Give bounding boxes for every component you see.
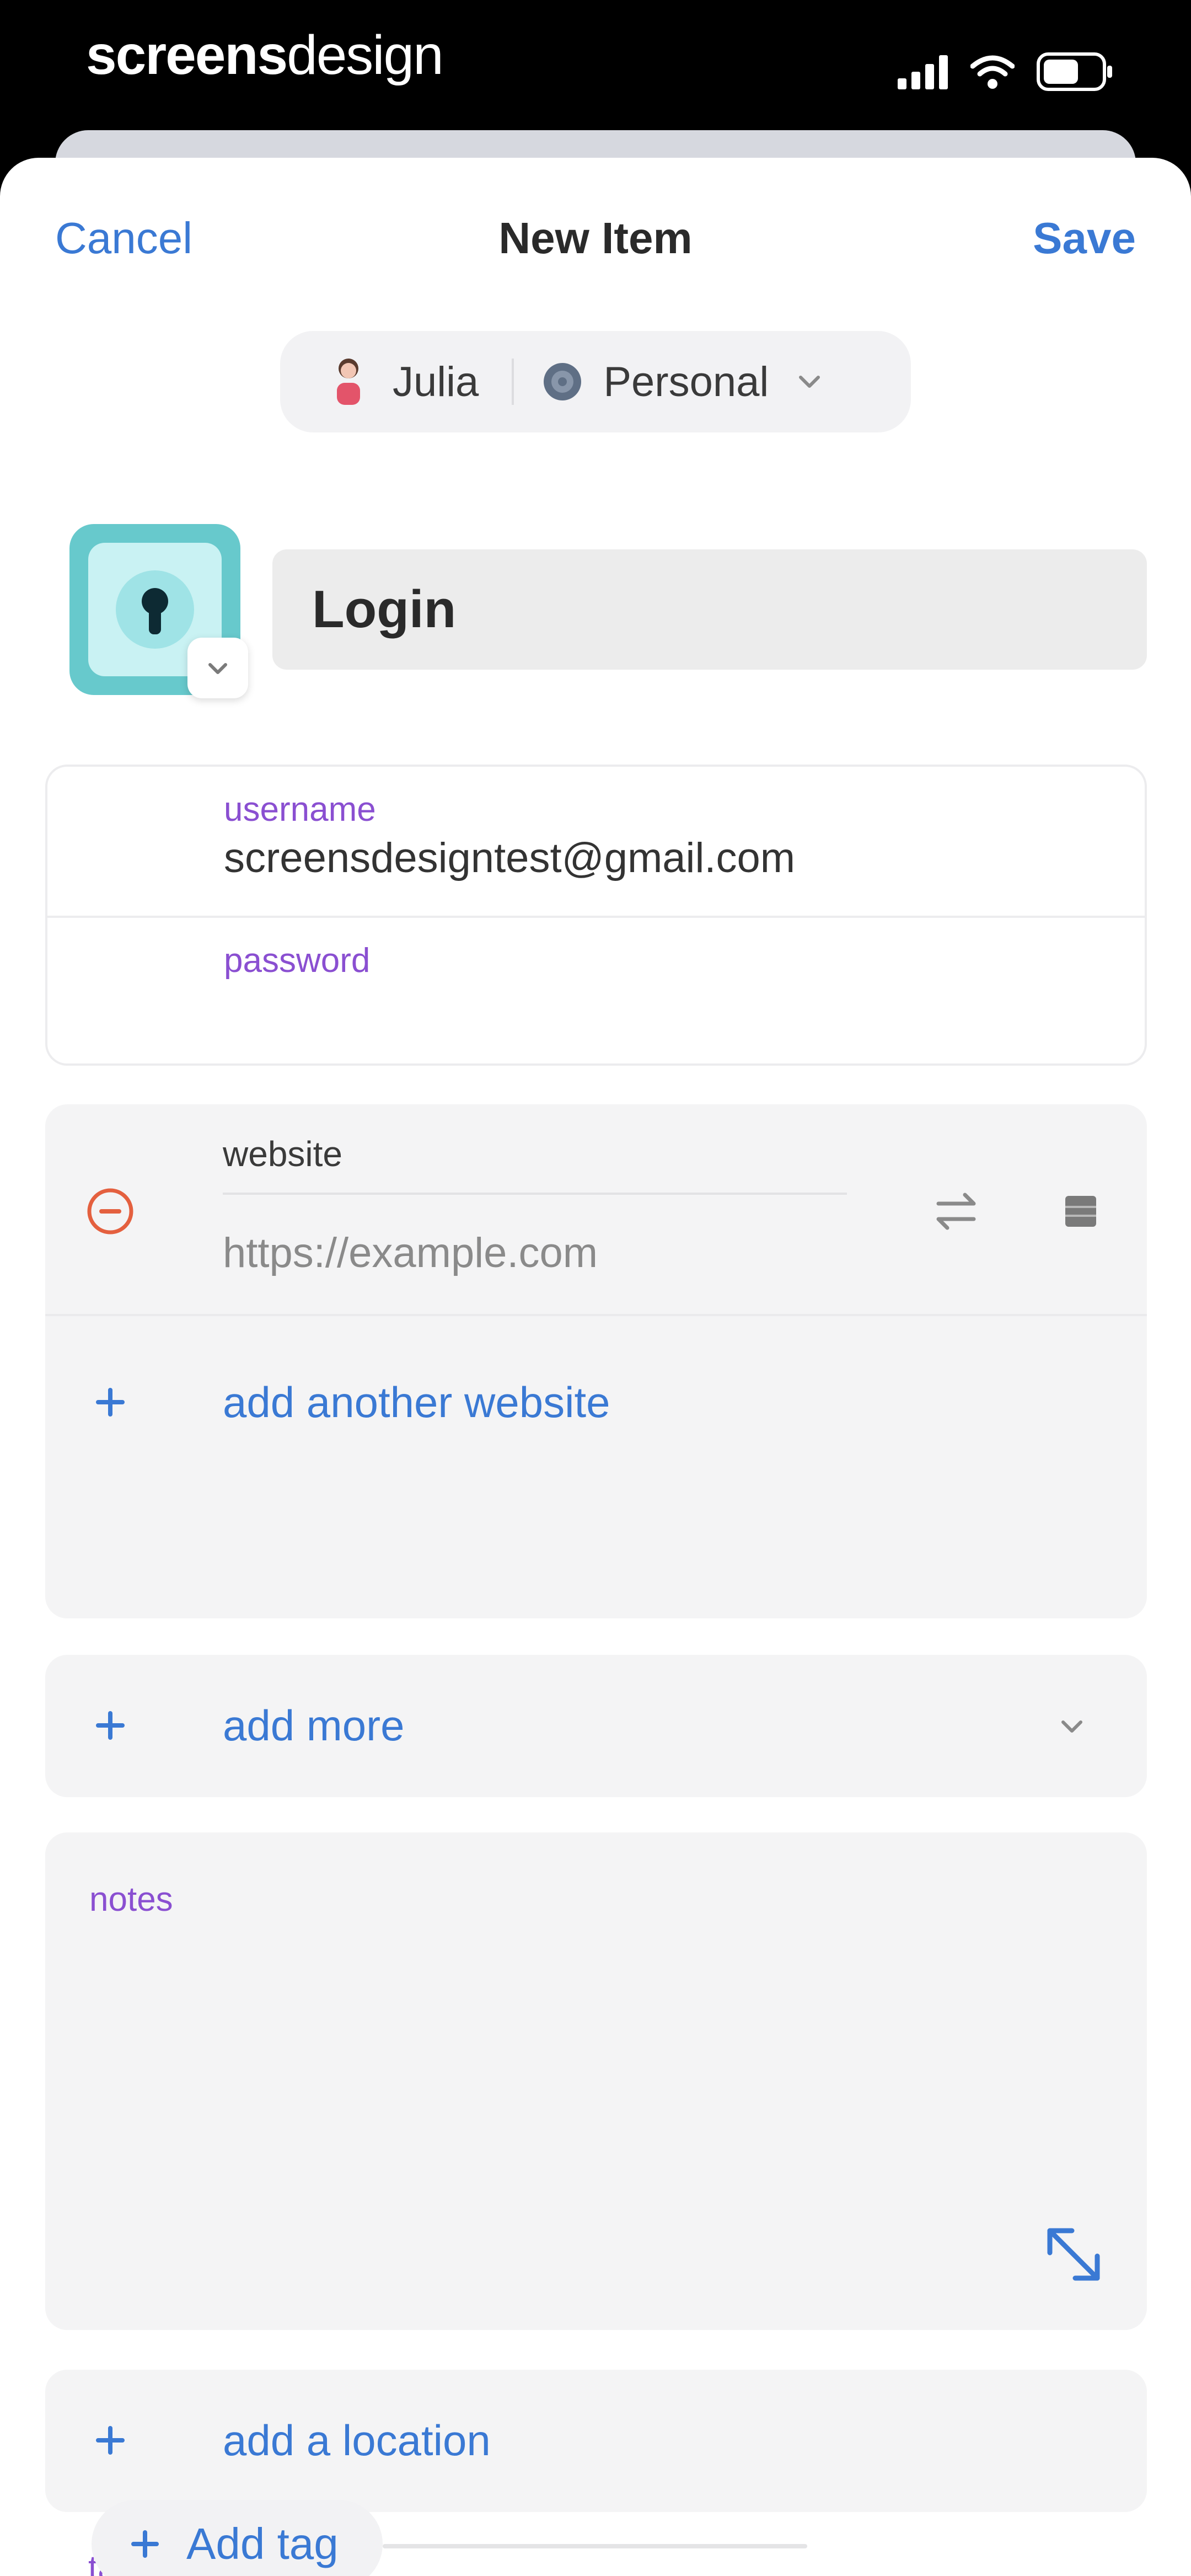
- website-row: website https://example.com: [45, 1104, 1147, 1314]
- add-location-row[interactable]: add a location: [45, 2370, 1147, 2512]
- plus-icon: [96, 2426, 125, 2455]
- user-avatar: [326, 354, 371, 409]
- chevron-down-icon: [799, 376, 820, 388]
- item-title-input[interactable]: Login: [272, 549, 1147, 670]
- username-field[interactable]: screensdesigntest@gmail.com: [224, 831, 795, 886]
- add-more-label: add more: [223, 1701, 405, 1750]
- website-input[interactable]: https://example.com: [223, 1226, 598, 1281]
- watermark-logo: screensdesign: [86, 22, 444, 88]
- account-user-name: Julia: [393, 358, 479, 405]
- status-bar: screensdesign: [0, 0, 1191, 143]
- chevron-down-icon: [1061, 1720, 1082, 1733]
- vault-icon: [544, 363, 582, 400]
- add-tag-label: Add tag: [186, 2519, 339, 2568]
- notes-field[interactable]: notes: [45, 1832, 1147, 2330]
- icon-dropdown-button[interactable]: [187, 638, 248, 698]
- wifi-icon: [970, 55, 1015, 89]
- swap-arrows-icon[interactable]: [929, 1184, 984, 1239]
- status-icons: [898, 50, 1114, 94]
- password-field[interactable]: [224, 983, 1051, 1038]
- chevron-down-icon: [208, 663, 227, 674]
- battery-icon: [1037, 52, 1112, 91]
- add-another-website-link: add another website: [223, 1378, 610, 1426]
- selector-divider: [512, 359, 514, 405]
- website-label-underline: [223, 1193, 847, 1195]
- plus-icon: [131, 2530, 159, 2558]
- notes-label: notes: [89, 1880, 173, 1918]
- avatar-icon: [337, 359, 360, 405]
- new-item-sheet: New Item Cancel Save Julia Personal Logi…: [0, 158, 1191, 2576]
- password-label: password: [224, 942, 371, 980]
- expand-icon[interactable]: [1038, 2219, 1109, 2290]
- minus-circle-icon[interactable]: [84, 1185, 137, 1238]
- account-vault-selector[interactable]: Julia Personal: [280, 331, 911, 432]
- vault-name: Personal: [603, 358, 769, 405]
- website-card: website https://example.com add another …: [45, 1104, 1147, 1618]
- plus-icon: [96, 1388, 125, 1417]
- credentials-card: username screensdesigntest@gmail.com pas…: [45, 765, 1147, 1066]
- add-more-row[interactable]: add more: [45, 1655, 1147, 1797]
- plus-icon: [96, 1711, 125, 1740]
- watermark-part-1: screens: [86, 24, 288, 86]
- signal-icon: [898, 55, 948, 89]
- watermark-part-2: design: [287, 24, 444, 86]
- reorder-handle-icon[interactable]: [1059, 1185, 1103, 1238]
- website-label: website: [223, 1134, 342, 1174]
- tag-input-line: [383, 2544, 807, 2548]
- username-label: username: [224, 790, 376, 829]
- save-button[interactable]: Save: [1033, 211, 1136, 266]
- add-website-row[interactable]: add another website: [45, 1316, 1147, 1618]
- add-location-label: add a location: [223, 2416, 491, 2465]
- cancel-button[interactable]: Cancel: [55, 211, 192, 266]
- add-tag-button[interactable]: Add tag: [92, 2500, 383, 2576]
- field-divider: [47, 916, 1145, 918]
